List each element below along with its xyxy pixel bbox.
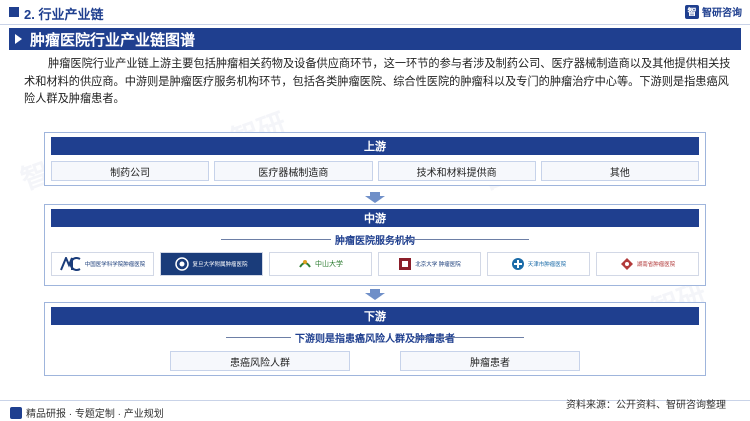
divider-line xyxy=(414,337,524,338)
hospital-logo-text: 中山大学 xyxy=(315,261,343,268)
downstream-panel: 下游 下游则是指患癌风险人群及肿瘤患者 患癌风险人群 肿瘤患者 xyxy=(44,302,706,376)
hospital-logo-text: 复旦大学附属肿瘤医院 xyxy=(192,262,248,268)
downstream-title: 下游 xyxy=(51,307,699,325)
hospital-logo: 中国医学科学院肿瘤医院 xyxy=(51,252,154,276)
source-note: 资料来源：公开资料、智研咨询整理 xyxy=(566,400,726,411)
brand-logo-icon: 智 xyxy=(685,4,699,19)
upstream-item: 其他 xyxy=(540,161,699,181)
intro-paragraph: 肿瘤医院行业产业链上游主要包括肿瘤相关药物及设备供应商环节，这一环节的参与者涉及… xyxy=(24,58,731,105)
downstream-item: 肿瘤患者 xyxy=(400,351,580,371)
hospital-logo: 湖南省肿瘤医院 xyxy=(596,252,699,276)
down-arrow-icon xyxy=(365,289,385,300)
down-arrow-icon xyxy=(365,192,385,203)
footer-tagline: 精品研报 · 专题定制 · 产业规划 xyxy=(26,409,164,420)
hospital-logo-text: 北京大学 肿瘤医院 xyxy=(415,262,461,268)
hospital-emblem-icon xyxy=(620,258,633,270)
hospital-emblem-icon xyxy=(299,260,311,268)
hospital-logo-text: 湖南省肿瘤医院 xyxy=(636,262,676,268)
hospital-emblem-icon xyxy=(511,258,524,270)
hospital-emblem-icon xyxy=(59,257,81,271)
midstream-panel: 中游 肿瘤医院服务机构 中国医学科学院肿瘤医院 复旦大学附属肿瘤医院 中山大学 … xyxy=(44,204,706,286)
downstream-sub-label-row: 下游则是指患癌风险人群及肿瘤患者 xyxy=(51,329,699,345)
midstream-title: 中游 xyxy=(51,209,699,227)
banner-arrow-icon xyxy=(15,34,22,44)
section-title: 2. 行业产业链 xyxy=(24,7,104,22)
hospital-logo: 复旦大学附属肿瘤医院 xyxy=(160,252,263,276)
upstream-item: 制药公司 xyxy=(51,161,210,181)
footer-left: 精品研报 · 专题定制 · 产业规划 xyxy=(10,405,164,420)
midstream-sub-label-row: 肿瘤医院服务机构 xyxy=(51,231,699,247)
upstream-title: 上游 xyxy=(51,137,699,155)
hospital-logo: 北京大学 肿瘤医院 xyxy=(378,252,481,276)
section-marker-icon xyxy=(9,7,19,17)
page-title: 肿瘤医院行业产业链图谱 xyxy=(30,31,196,49)
brand-name: 智研咨询 xyxy=(702,8,742,19)
brand: 智 智研咨询 xyxy=(685,4,742,19)
downstream-item: 患癌风险人群 xyxy=(170,351,350,371)
upstream-item: 技术和材料提供商 xyxy=(377,161,536,181)
top-bar: 2. 行业产业链 智 智研咨询 xyxy=(0,0,750,24)
divider-line xyxy=(389,239,529,240)
upstream-panel: 上游 制药公司 医疗器械制造商 技术和材料提供商 其他 xyxy=(44,132,706,186)
hospital-logo-text: 天津市肿瘤医院 xyxy=(527,262,567,268)
footer-logo-icon xyxy=(10,406,22,419)
hospital-logo: 中山大学 xyxy=(269,252,372,276)
hospital-logos: 中国医学科学院肿瘤医院 复旦大学附属肿瘤医院 中山大学 北京大学 肿瘤医院 天津… xyxy=(51,252,699,276)
hospital-logo: 天津市肿瘤医院 xyxy=(487,252,590,276)
downstream-items: 患癌风险人群 肿瘤患者 xyxy=(45,351,705,371)
upstream-item: 医疗器械制造商 xyxy=(214,161,373,181)
hospital-logo-text: 中国医学科学院肿瘤医院 xyxy=(84,262,146,268)
hospital-emblem-icon xyxy=(175,257,190,271)
hospital-emblem-icon xyxy=(399,258,412,270)
top-divider xyxy=(0,24,750,25)
page-banner: 肿瘤医院行业产业链图谱 xyxy=(9,28,741,50)
upstream-items: 制药公司 医疗器械制造商 技术和材料提供商 其他 xyxy=(51,161,699,181)
